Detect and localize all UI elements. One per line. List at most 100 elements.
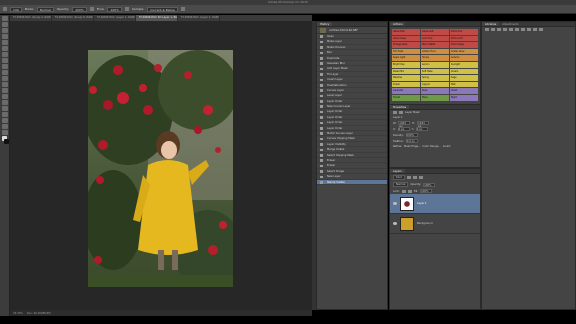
feather-field[interactable]: 0.0 px [405,139,418,143]
invert-button[interactable]: Invert [443,145,451,148]
history-item[interactable]: Stamp Visible [317,179,387,185]
sample-select[interactable]: Current & Below [147,6,178,12]
action-button[interactable]: Pastel Mix [392,68,420,75]
tab-history[interactable]: History [317,22,333,26]
action-button[interactable]: Night [450,94,478,101]
shape-tool-icon[interactable] [2,118,8,123]
action-button[interactable]: Bright Day [392,61,420,68]
blur-tool-icon[interactable] [2,88,8,93]
hue-saturation-icon[interactable] [515,28,519,31]
filter-pixel-icon[interactable] [406,176,411,179]
exposure-icon[interactable] [503,28,507,31]
action-button[interactable]: Amber Glow [450,48,478,55]
marquee-tool-icon[interactable] [2,22,8,27]
visibility-eye-icon[interactable] [393,202,397,205]
action-button[interactable]: Portra Deep [450,42,478,48]
quick-select-tool-icon[interactable] [2,34,8,39]
crop-tool-icon[interactable] [2,40,8,45]
action-button[interactable]: Meadow [392,75,420,81]
action-button[interactable]: Cream [450,68,478,75]
flow-field[interactable]: 100% [107,6,122,12]
action-button[interactable]: Honey [421,55,449,61]
action-button[interactable]: Velvia Deep [392,35,420,42]
action-button[interactable]: Film Fade [392,48,420,55]
hand-tool-icon[interactable] [2,124,8,129]
action-button[interactable]: Warm Matte [421,42,449,48]
visibility-eye-icon[interactable] [393,222,397,225]
filter-type-icon[interactable] [418,176,423,179]
y-field[interactable]: 0 px [415,127,428,131]
layer-opacity-field[interactable]: 100% [423,182,436,187]
pen-tool-icon[interactable] [2,100,8,105]
tab-actions[interactable]: Actions [390,22,406,26]
history-snapshot[interactable]: untitled-DSC1166.NEF [317,27,387,34]
action-button[interactable]: Lagoon [421,81,449,88]
layer-row-background[interactable]: Background [390,214,480,234]
pressure-size-icon[interactable] [180,7,185,11]
type-tool-icon[interactable] [2,106,8,111]
action-button[interactable]: Sepia Light [392,55,420,61]
brightness-icon[interactable] [485,28,489,31]
airbrush-icon[interactable] [124,7,129,11]
eraser-tool-icon[interactable] [2,76,8,81]
pressure-opacity-icon[interactable] [89,7,94,11]
action-button[interactable]: Lemon [421,61,449,68]
action-button[interactable]: Violet [450,88,478,94]
tab-libraries[interactable]: Libraries [482,22,500,26]
lock-position-icon[interactable] [407,189,412,193]
action-button[interactable]: Portra Soft [450,35,478,42]
action-button[interactable]: Color Pop [421,35,449,42]
mode-select[interactable]: Normal [36,6,54,12]
h-field[interactable]: 1944 px [417,121,430,128]
curves-icon[interactable] [497,28,501,31]
mask-edge-button[interactable]: Mask Edge... [404,145,421,148]
fill-field[interactable]: 100% [420,189,433,193]
action-button[interactable]: Vintage Rose [392,42,420,48]
lock-pixels-icon[interactable] [401,189,406,193]
action-button[interactable]: Soft Haze [421,68,449,75]
background-color-swatch[interactable] [4,139,9,144]
action-button[interactable]: Velvia Rich [392,29,420,35]
brush-size-field[interactable]: 130 [10,6,22,12]
levels-icon[interactable] [491,28,495,31]
action-button[interactable]: Dusk [421,88,449,94]
action-button[interactable]: Moss [421,94,449,101]
path-select-tool-icon[interactable] [2,112,8,117]
density-field[interactable]: 100% [405,133,418,137]
blend-mode-select[interactable]: Normal [393,182,409,187]
gradient-tool-icon[interactable] [2,82,8,87]
zoom-tool-icon[interactable] [2,130,8,135]
action-button[interactable]: Sunlight [450,61,478,68]
color-balance-icon[interactable] [521,28,525,31]
action-button[interactable]: Velvia Soft [421,29,449,35]
healing-tool-icon[interactable] [2,52,8,57]
tab-properties[interactable]: Properties [390,105,410,109]
kind-filter-select[interactable]: Kind [393,175,405,180]
vibrance-icon[interactable] [509,28,513,31]
action-button[interactable]: Forest [392,94,420,101]
layer-mask-icon[interactable] [393,111,397,114]
zoom-level[interactable]: 33.33% [13,312,23,315]
photo-filter-icon[interactable] [533,28,537,31]
black-white-icon[interactable] [527,28,531,31]
x-field[interactable]: 0 px [397,127,410,131]
action-button[interactable]: Spring [421,75,449,81]
history-brush-tool-icon[interactable] [2,70,8,75]
brush-tool-icon[interactable] [2,58,8,63]
color-range-button[interactable]: Color Range... [423,145,441,148]
action-button[interactable]: Golden Hour [421,48,449,55]
opacity-field[interactable]: 100% [72,6,87,12]
clone-stamp-tool-icon[interactable] [2,64,8,69]
action-button[interactable]: Portra Full [450,29,478,35]
channel-mixer-icon[interactable] [539,28,543,31]
action-button[interactable]: Lavender [392,88,420,94]
filter-adjustment-icon[interactable] [412,176,417,179]
brush-tool-icon[interactable] [3,7,7,11]
tab-adjustments[interactable]: Adjustments [499,22,521,26]
move-tool-icon[interactable] [2,16,8,21]
action-button[interactable]: Ocean [392,81,420,88]
action-button[interactable]: Autumn [450,55,478,61]
lasso-tool-icon[interactable] [2,28,8,33]
w-field[interactable]: 1944 px [398,121,411,128]
dodge-tool-icon[interactable] [2,94,8,99]
